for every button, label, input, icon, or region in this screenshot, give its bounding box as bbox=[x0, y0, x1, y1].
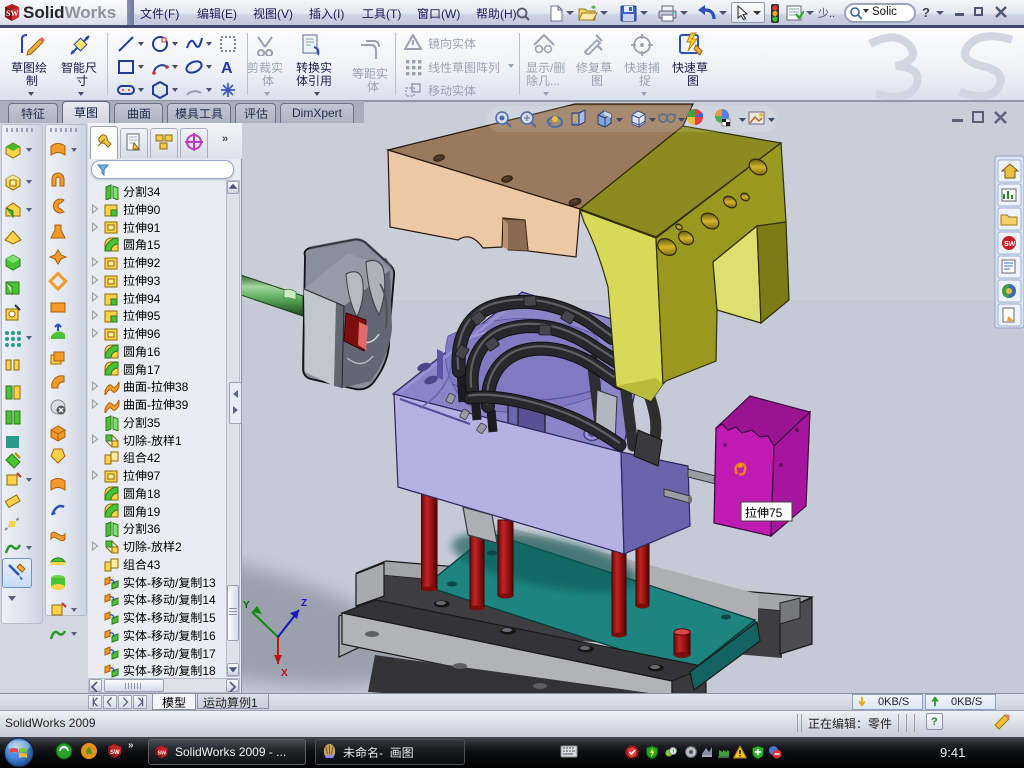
svg-text:-: - bbox=[147, 593, 151, 607]
svg-text:X: X bbox=[281, 668, 288, 679]
svg-text:16: 16 bbox=[202, 629, 216, 643]
svg-text:/: / bbox=[175, 664, 179, 678]
svg-text:38: 38 bbox=[175, 380, 189, 394]
svg-text:13: 13 bbox=[202, 576, 216, 590]
svg-text:A: A bbox=[221, 60, 233, 77]
svg-text:42: 42 bbox=[147, 451, 161, 465]
svg-text:Z: Z bbox=[301, 598, 307, 609]
svg-text:19: 19 bbox=[147, 505, 161, 519]
svg-text:(W): (W) bbox=[441, 7, 460, 21]
svg-text:36: 36 bbox=[147, 522, 161, 536]
svg-text:15: 15 bbox=[202, 611, 216, 625]
svg-text:-: - bbox=[379, 746, 383, 760]
svg-text:-: - bbox=[147, 629, 151, 643]
svg-text:-: - bbox=[147, 398, 151, 412]
svg-text:92: 92 bbox=[147, 256, 161, 270]
svg-text:/: / bbox=[175, 611, 179, 625]
svg-text:1: 1 bbox=[175, 434, 182, 448]
svg-text:15: 15 bbox=[147, 238, 161, 252]
svg-text:34: 34 bbox=[147, 185, 161, 199]
svg-text:...: ... bbox=[550, 74, 560, 88]
svg-text:93: 93 bbox=[147, 274, 161, 288]
svg-text:/: / bbox=[175, 647, 179, 661]
svg-text:-: - bbox=[147, 611, 151, 625]
svg-text:16: 16 bbox=[147, 345, 161, 359]
svg-text:SW: SW bbox=[157, 751, 167, 757]
svg-text:96: 96 bbox=[147, 327, 161, 341]
svg-text:17: 17 bbox=[147, 363, 161, 377]
svg-text:91: 91 bbox=[147, 221, 161, 235]
svg-text:SW: SW bbox=[110, 750, 120, 756]
svg-text:/: / bbox=[175, 593, 179, 607]
svg-text:35: 35 bbox=[147, 416, 161, 430]
svg-text:18: 18 bbox=[202, 664, 216, 678]
svg-text:(I): (I) bbox=[333, 7, 344, 21]
svg-text:-: - bbox=[147, 380, 151, 394]
svg-text:18: 18 bbox=[147, 487, 161, 501]
svg-text:75: 75 bbox=[769, 506, 783, 520]
svg-text:94: 94 bbox=[147, 292, 161, 306]
svg-text:SW: SW bbox=[1004, 241, 1016, 248]
svg-text:43: 43 bbox=[147, 558, 161, 572]
svg-text:(E): (E) bbox=[221, 7, 237, 21]
svg-text:90: 90 bbox=[147, 203, 161, 217]
svg-text:(V): (V) bbox=[277, 7, 293, 21]
svg-text:/: / bbox=[175, 629, 179, 643]
svg-text:-: - bbox=[147, 664, 151, 678]
svg-text:14: 14 bbox=[202, 593, 216, 607]
svg-text:-: - bbox=[147, 647, 151, 661]
svg-text:-: - bbox=[147, 576, 151, 590]
svg-text:(F): (F) bbox=[164, 7, 179, 21]
svg-text:Y: Y bbox=[243, 600, 250, 611]
svg-text:1: 1 bbox=[251, 696, 258, 710]
svg-text:-: - bbox=[147, 434, 151, 448]
svg-text:-: - bbox=[147, 540, 151, 554]
svg-text:(T): (T) bbox=[386, 7, 401, 21]
svg-text:..: .. bbox=[829, 8, 835, 20]
svg-text:SW: SW bbox=[6, 9, 18, 18]
svg-text:2: 2 bbox=[175, 540, 182, 554]
svg-text:95: 95 bbox=[147, 309, 161, 323]
svg-text:17: 17 bbox=[202, 647, 216, 661]
svg-text:97: 97 bbox=[147, 469, 161, 483]
svg-text:39: 39 bbox=[175, 398, 189, 412]
svg-text:/: / bbox=[175, 576, 179, 590]
